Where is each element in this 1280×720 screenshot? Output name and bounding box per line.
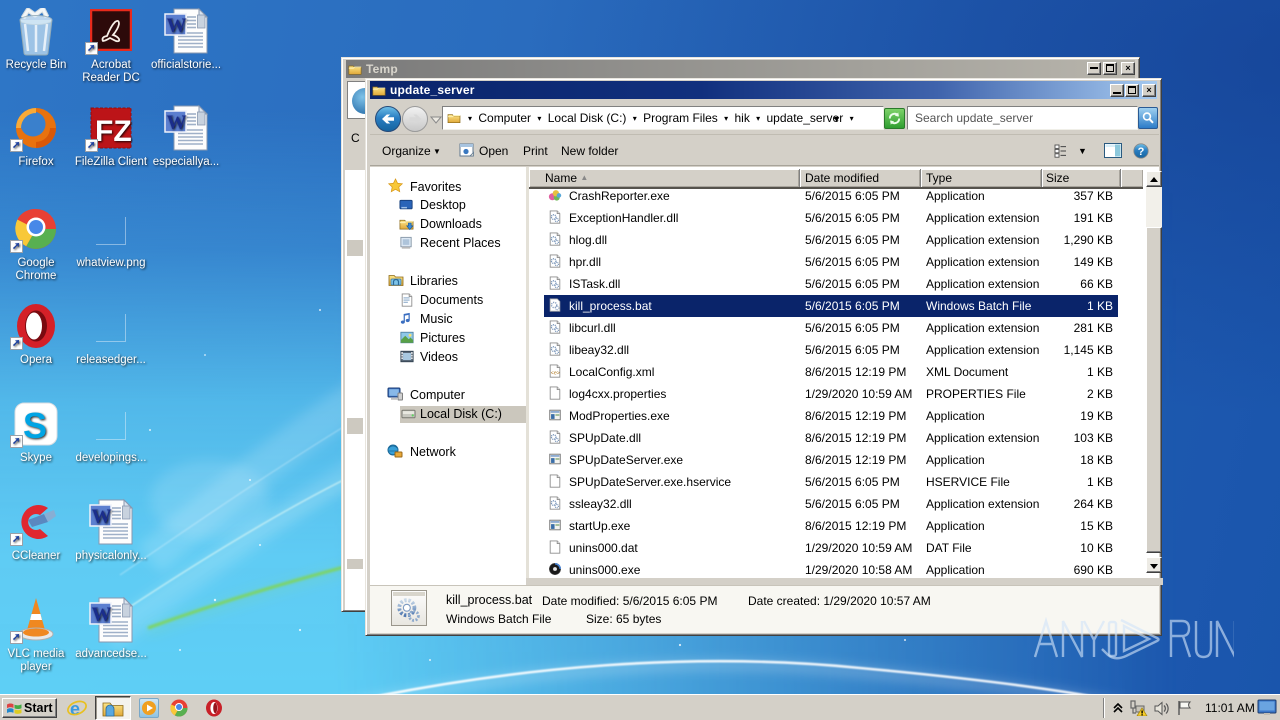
svg-text:FZ: FZ [95, 115, 132, 148]
svg-text:S: S [23, 405, 47, 446]
